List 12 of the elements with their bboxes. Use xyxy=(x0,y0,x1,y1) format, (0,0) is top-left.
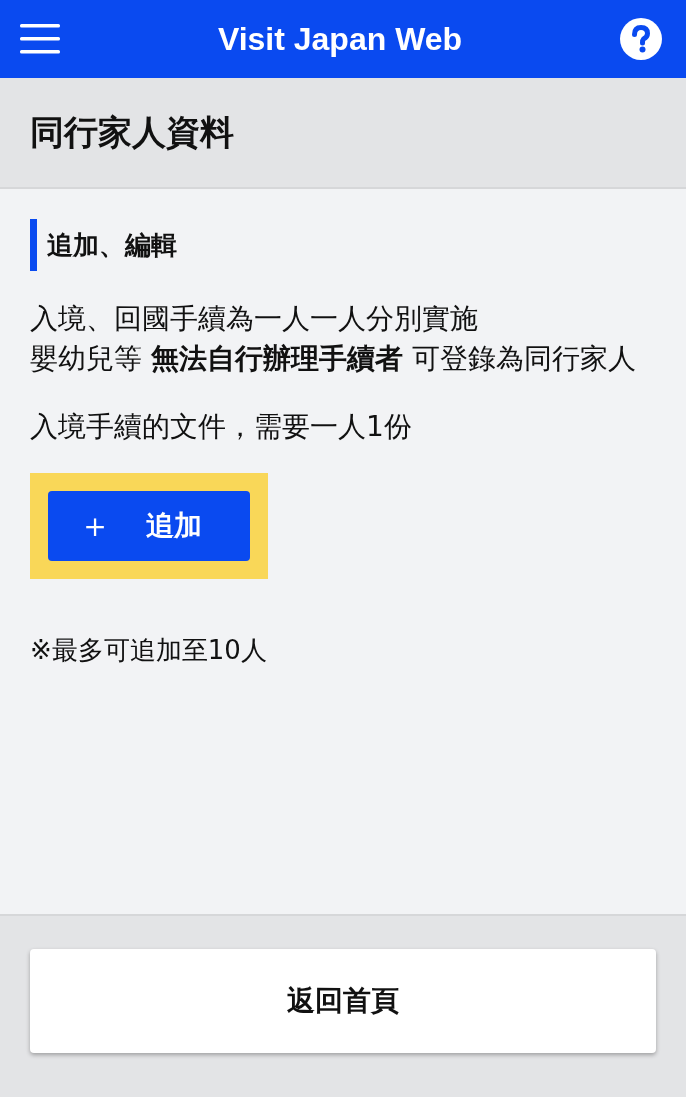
add-button[interactable]: ＋ 追加 xyxy=(48,491,250,561)
note-text: ※最多可追加至10人 xyxy=(30,634,268,667)
body-text: 入境手續的文件，需要一人1份 xyxy=(30,409,413,445)
body-text: 入境、回國手續為一人一人分別實施 xyxy=(30,301,479,337)
app-title: Visit Japan Web xyxy=(217,20,463,58)
section-heading: 追加、編輯 xyxy=(47,228,177,262)
page-title: 同行家人資料 xyxy=(0,78,686,189)
menu-icon[interactable] xyxy=(20,24,60,54)
body-text: 嬰幼兒等 無法自行辦理手續者 可登錄為同行家人 xyxy=(30,341,637,377)
home-button[interactable]: 返回首頁 xyxy=(30,949,656,1053)
accent-bar xyxy=(30,219,37,271)
help-icon[interactable] xyxy=(620,18,662,60)
